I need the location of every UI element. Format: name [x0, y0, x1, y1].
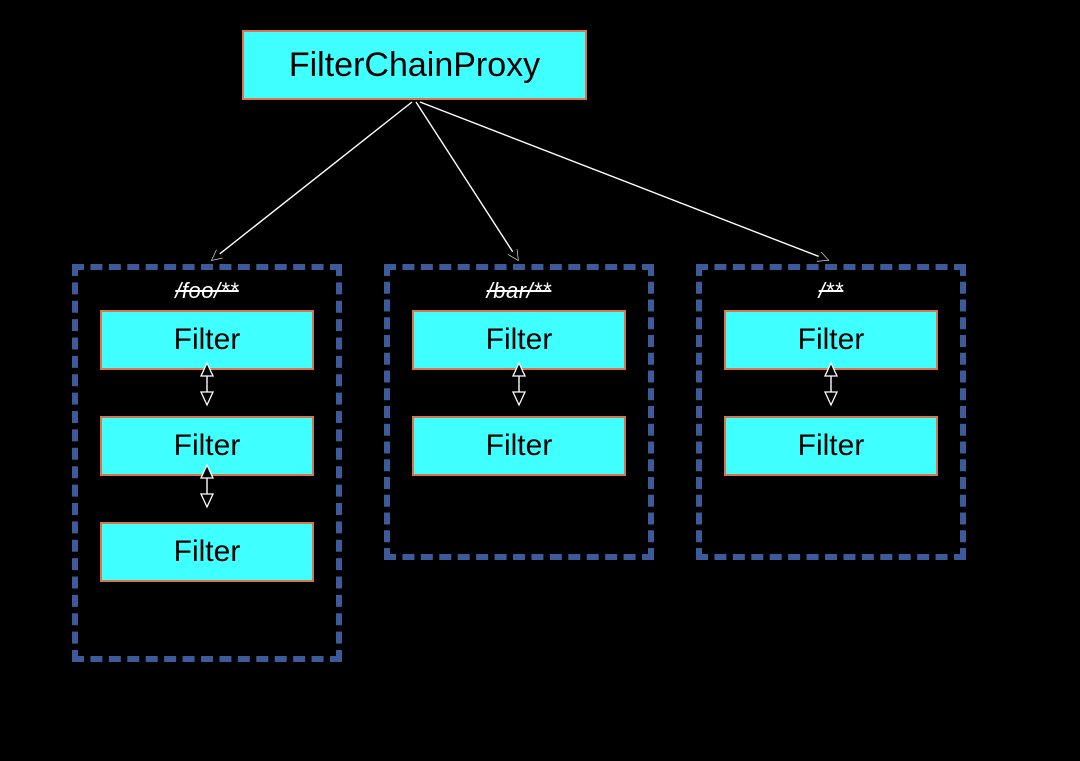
filter-box: Filter: [100, 522, 314, 582]
filter-box: Filter: [724, 416, 938, 476]
arrow-proxy-to-foo: [212, 102, 412, 260]
filter-label: Filter: [486, 429, 553, 463]
filter-box: Filter: [100, 310, 314, 370]
filter-label: Filter: [174, 323, 241, 357]
arrow-proxy-to-all: [420, 102, 828, 260]
filter-box: Filter: [724, 310, 938, 370]
filter-chain-proxy-box: FilterChainProxy: [242, 30, 587, 100]
filter-label: Filter: [174, 429, 241, 463]
chain-title: /bar/**: [390, 278, 648, 304]
filter-chain-proxy-label: FilterChainProxy: [289, 46, 540, 85]
filter-box: Filter: [412, 416, 626, 476]
filter-label: Filter: [798, 323, 865, 357]
chain-title: /**: [702, 278, 960, 304]
filter-label: Filter: [798, 429, 865, 463]
chain-title: /foo/**: [78, 278, 336, 304]
filter-label: Filter: [486, 323, 553, 357]
diagram-canvas: FilterChainProxy /foo/** Filter Filter F…: [0, 0, 1080, 761]
filter-box: Filter: [100, 416, 314, 476]
chain-all: /** Filter Filter: [696, 264, 966, 560]
chain-bar: /bar/** Filter Filter: [384, 264, 654, 560]
chain-foo: /foo/** Filter Filter Filter: [72, 264, 342, 662]
arrow-proxy-to-bar: [416, 102, 518, 260]
filter-box: Filter: [412, 310, 626, 370]
filter-label: Filter: [174, 535, 241, 569]
